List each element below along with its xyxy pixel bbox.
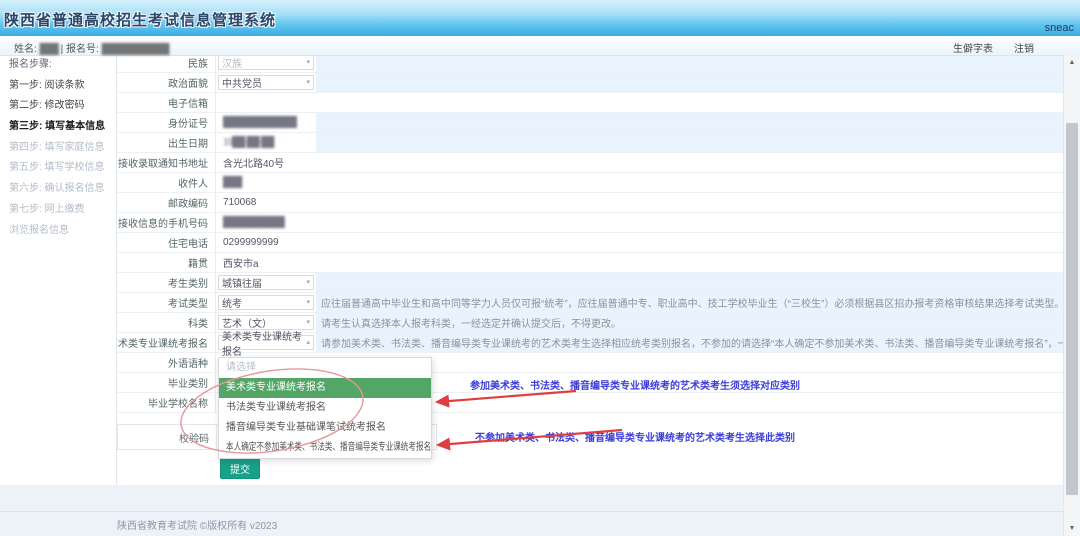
name-label: 姓名:	[14, 44, 37, 55]
annotation-note-participate: 参加美术类、书法类、播音编导类专业课统考的艺术类考生须选择对应类别	[415, 377, 855, 392]
annotation-note-not-participate: 不参加美术类、书法类、播音编导类专业课统考的艺术类考生选择此类别	[415, 429, 855, 444]
chevron-down-icon: ▾	[306, 59, 310, 66]
sidebar-item-browse: 浏览报名信息	[0, 221, 116, 242]
native-place-field[interactable]: 西安市a	[216, 253, 316, 272]
table-row: 邮政编码 710068	[117, 193, 1063, 213]
divider: |	[61, 44, 64, 55]
copyright-text: 陕西省教育考试院 ©版权所有 v2023	[117, 517, 277, 532]
field-label: 电子信箱	[117, 93, 216, 112]
rare-characters-link[interactable]: 生僻字表	[953, 40, 993, 55]
field-label: 身份证号	[117, 113, 216, 132]
field-label: 邮政编码	[117, 193, 216, 212]
table-row: 政治面貌 中共党员▾	[117, 73, 1063, 93]
field-label: 考试类型	[117, 293, 216, 312]
option-broadcast-directing[interactable]: 播音编导类专业基础课笔试统考报名	[219, 418, 431, 438]
sidebar-item-step5: 第五步: 填写学校信息	[0, 158, 116, 179]
table-row: 身份证号 ████████████	[117, 113, 1063, 133]
sidebar-item-step6: 第六步: 确认报名信息	[0, 179, 116, 200]
page-title: 陕西省普通高校招生考试信息管理系统	[4, 9, 276, 30]
scroll-down-button[interactable]: ▼	[1064, 521, 1080, 536]
field-label: 住宅电话	[117, 233, 216, 252]
table-row: 电子信箱	[117, 93, 1063, 113]
steps-sidebar: 报名步骤: 第一步: 阅读条款 第二步: 修改密码 第三步: 填写基本信息 第四…	[0, 55, 117, 485]
home-phone-field[interactable]: 0299999999	[216, 233, 316, 252]
top-header-bar: 陕西省普通高校招生考试信息管理系统 sneac	[0, 0, 1080, 37]
field-label: 外语语种	[117, 353, 216, 372]
chevron-down-icon: ▾	[306, 319, 310, 326]
field-label: 接收录取通知书地址	[117, 153, 216, 172]
table-row: 出生日期 19██-██-██	[117, 133, 1063, 153]
table-row: 考试类型 统考▾ 应往届普通高中毕业生和高中同等学力人员仅可报“统考”，应往届普…	[117, 293, 1063, 313]
table-row: 考生类别 城镇往届▾	[117, 273, 1063, 293]
field-label: 科类	[117, 313, 216, 332]
option-placeholder[interactable]: 请选择	[219, 358, 431, 378]
sidebar-item-step3[interactable]: 第三步: 填写基本信息	[0, 117, 116, 138]
nationality-select: 汉族▾	[218, 55, 314, 70]
field-label: 毕业类别	[117, 373, 216, 392]
field-label: 毕业学校名称	[117, 393, 216, 412]
field-label: 收件人	[117, 173, 216, 192]
table-row: 住宅电话 0299999999	[117, 233, 1063, 253]
art-exam-select[interactable]: 美术类专业课统考报名▴	[218, 335, 314, 350]
table-row: 接收信息的手机号码 ██████████	[117, 213, 1063, 233]
field-label: 校验码	[118, 425, 217, 449]
brand-text: sneac	[1045, 22, 1074, 34]
table-row: 籍贯 西安市a	[117, 253, 1063, 273]
table-row: 民族 汉族▾	[117, 53, 1063, 73]
table-row: 接收录取通知书地址 含光北路40号	[117, 153, 1063, 173]
chevron-down-icon: ▾	[306, 279, 310, 286]
sidebar-item-step2[interactable]: 第二步: 修改密码	[0, 96, 116, 117]
candidate-category-select[interactable]: 城镇往届▾	[218, 275, 314, 290]
chevron-down-icon: ▾	[306, 299, 310, 306]
option-fine-arts[interactable]: 美术类专业课统考报名	[219, 378, 431, 398]
sidebar-item-step7: 第七步: 网上缴费	[0, 200, 116, 221]
hint-text: 应往届普通高中毕业生和高中同等学力人员仅可报“统考”，应往届普通中专、职业高中、…	[316, 293, 1063, 312]
mobile-field[interactable]: ██████████	[216, 213, 316, 232]
table-row: 收件人 ███	[117, 173, 1063, 193]
hint-text: 请考生认真选择本人报考科类，一经选定并确认提交后，不得更改。	[316, 313, 1063, 332]
sidebar-item-step1[interactable]: 第一步: 阅读条款	[0, 76, 116, 97]
id-number-field: ████████████	[216, 113, 316, 132]
user-bar: 姓名: ███ | 报名号: ███████████ 生僻字表 注销	[0, 36, 1080, 56]
name-value: ███	[40, 44, 58, 55]
recipient-field[interactable]: ███	[216, 173, 316, 192]
regno-value: ███████████	[102, 44, 169, 55]
chevron-down-icon: ▾	[306, 79, 310, 86]
app-window: 陕西省普通高校招生考试信息管理系统 sneac 姓名: ███ | 报名号: █…	[0, 0, 1080, 536]
scrollbar-thumb[interactable]	[1066, 123, 1078, 495]
option-not-participating[interactable]: 本人确定不参加美术类、书法类、播音编导类专业课统考报名	[219, 438, 431, 458]
address-field[interactable]: 含光北路40号	[216, 153, 316, 172]
exam-type-select[interactable]: 统考▾	[218, 295, 314, 310]
email-field[interactable]	[216, 93, 316, 112]
user-info: 姓名: ███ | 报名号: ███████████	[14, 40, 169, 55]
art-exam-dropdown: 请选择 美术类专业课统考报名 书法类专业课统考报名 播音编导类专业基础课笔试统考…	[218, 357, 432, 459]
submit-button[interactable]: 提交	[220, 457, 260, 479]
chevron-up-icon: ▴	[306, 339, 310, 346]
logout-link[interactable]: 注销	[1014, 40, 1034, 55]
field-label: 考生类别	[117, 273, 216, 292]
sidebar-item-step4: 第四步: 填写家庭信息	[0, 138, 116, 159]
table-row: 艺术类专业课统考报名 美术类专业课统考报名▴ 请参加美术类、书法类、播音编导类专…	[117, 333, 1063, 353]
field-label: 出生日期	[117, 133, 216, 152]
field-label: 艺术类专业课统考报名	[117, 333, 216, 352]
scroll-up-button[interactable]: ▲	[1064, 55, 1080, 70]
steps-heading: 报名步骤:	[0, 55, 116, 76]
birth-date-field: 19██-██-██	[216, 133, 316, 152]
field-label: 政治面貌	[117, 73, 216, 92]
field-label: 籍贯	[117, 253, 216, 272]
option-calligraphy[interactable]: 书法类专业课统考报名	[219, 398, 431, 418]
vertical-scrollbar[interactable]: ▲ ▼	[1063, 55, 1080, 536]
political-status-select[interactable]: 中共党员▾	[218, 75, 314, 90]
regno-label: 报名号:	[66, 44, 99, 55]
footer-divider	[0, 511, 1063, 512]
hint-text: 请参加美术类、书法类、播音编导类专业课统考的艺术类考生选择相应统考类别报名，不参…	[316, 333, 1063, 352]
field-label: 接收信息的手机号码	[117, 213, 216, 232]
postal-code-field[interactable]: 710068	[216, 193, 316, 212]
